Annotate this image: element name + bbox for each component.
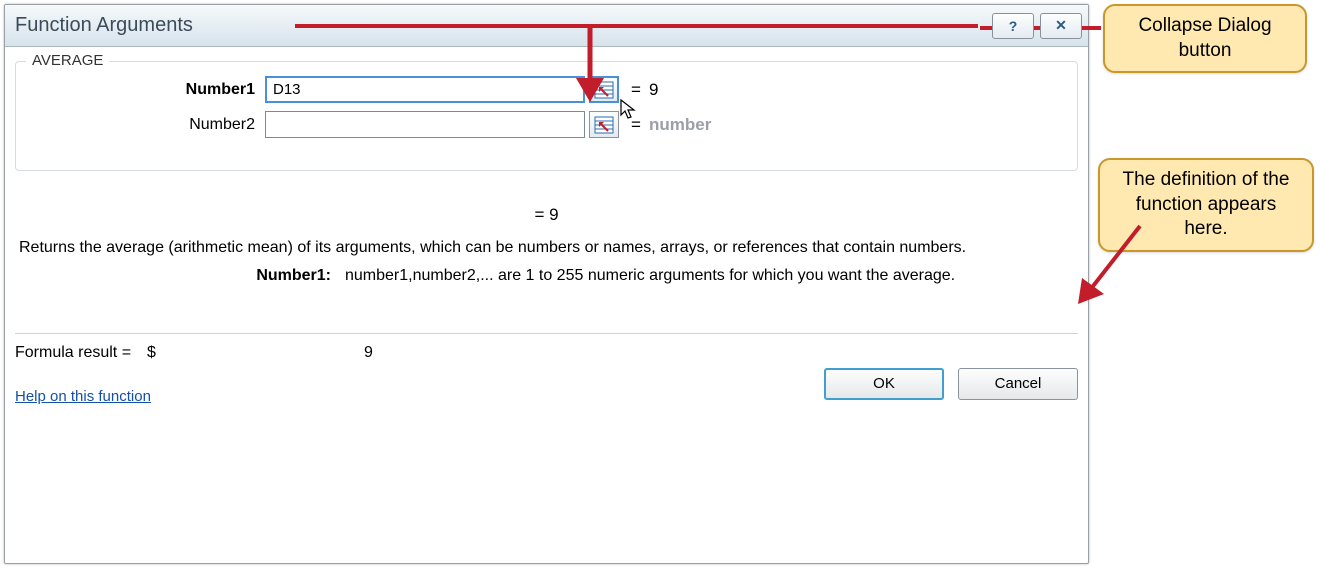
argument-help-row: Number1: number1,number2,... are 1 to 25… [15,267,1078,285]
overall-result: = 9 [15,205,1078,225]
dialog-content: AVERAGE Number1 = 9 [5,47,1088,563]
annotation-arrow-horizontal-segment [295,24,978,28]
formula-result-label: Formula result = [15,344,141,362]
function-arguments-dialog: Function Arguments ? ✕ AVERAGE Number1 [4,4,1089,564]
callout-collapse-dialog: Collapse Dialog button [1103,4,1307,73]
argument-help-label: Number1: [15,267,345,285]
equals-sign: = [619,115,649,135]
arg-input-number1[interactable] [265,76,585,103]
arg-input-number2[interactable] [265,111,585,138]
collapse-dialog-icon [594,116,614,134]
ok-button[interactable]: OK [824,368,944,400]
help-button[interactable]: ? [992,13,1034,39]
function-description: Returns the average (arithmetic mean) of… [19,237,1078,259]
arg-result-number2: number [649,115,711,135]
dialog-action-buttons: OK Cancel [824,368,1078,400]
cancel-button[interactable]: Cancel [958,368,1078,400]
argument-row-number1: Number1 = 9 [30,76,1063,103]
arg-label-number2: Number2 [30,116,265,134]
callout-function-definition: The definition of the function appears h… [1098,158,1314,252]
arg-result-number1: 9 [649,80,658,100]
argument-row-number2: Number2 = number [30,111,1063,138]
argument-help-text: number1,number2,... are 1 to 255 numeric… [345,267,1078,285]
formula-result-currency: $ [147,344,163,362]
arg-label-number1: Number1 [30,81,265,99]
footer-row: Formula result = $ 9 OK Cancel [15,344,1078,362]
collapse-dialog-icon [594,81,614,99]
formula-result-value: 9 [364,344,373,362]
dialog-title: Function Arguments [15,14,193,37]
collapse-dialog-button-number1[interactable] [589,76,619,103]
close-button[interactable]: ✕ [1040,13,1082,39]
titlebar-button-group: ? ✕ [992,13,1082,39]
collapse-dialog-button-number2[interactable] [589,111,619,138]
titlebar: Function Arguments ? ✕ [5,5,1088,47]
equals-sign: = [619,80,649,100]
function-name-label: AVERAGE [26,52,109,69]
arguments-group: AVERAGE Number1 = 9 [15,61,1078,171]
divider [15,333,1078,334]
